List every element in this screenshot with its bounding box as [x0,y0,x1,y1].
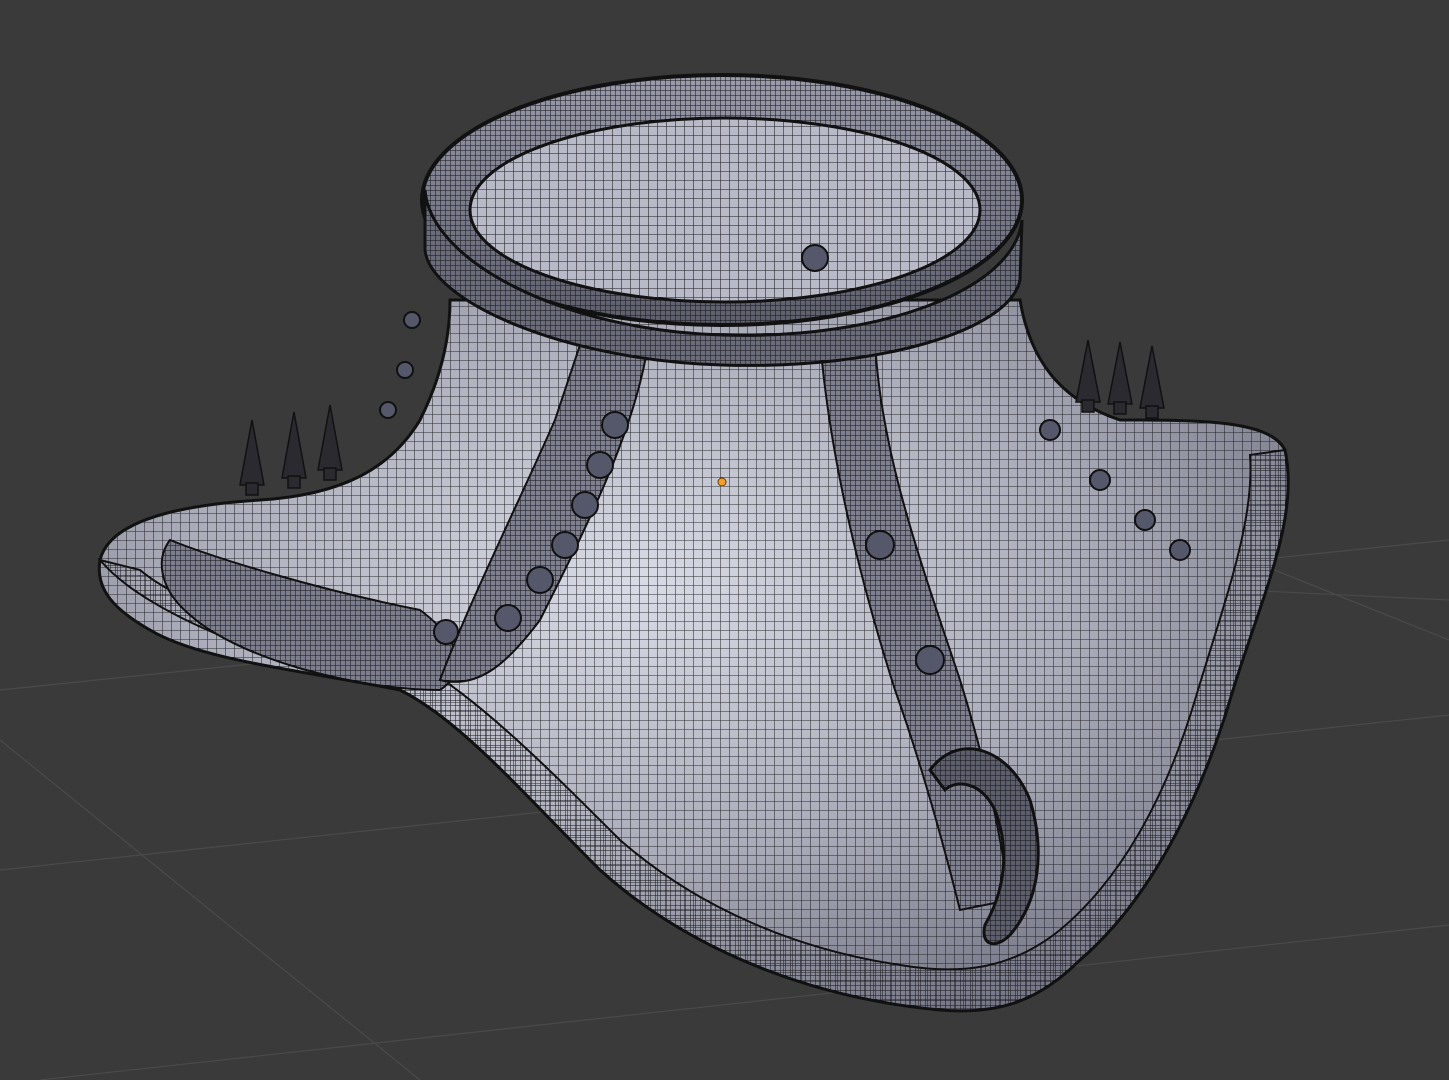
3d-viewport[interactable] [0,0,1449,1080]
spike [1107,341,1133,405]
spikes-right [1075,339,1165,419]
spike [281,411,307,479]
spike [239,419,265,486]
spike [317,404,343,471]
spikes-left [239,404,343,496]
spike [1139,345,1165,409]
object-origin-icon[interactable] [717,477,727,487]
neck-ring[interactable] [420,73,1024,367]
collar-mesh[interactable] [97,298,1290,1013]
spike [1075,339,1101,403]
viewport-canvas[interactable] [0,0,1449,1080]
